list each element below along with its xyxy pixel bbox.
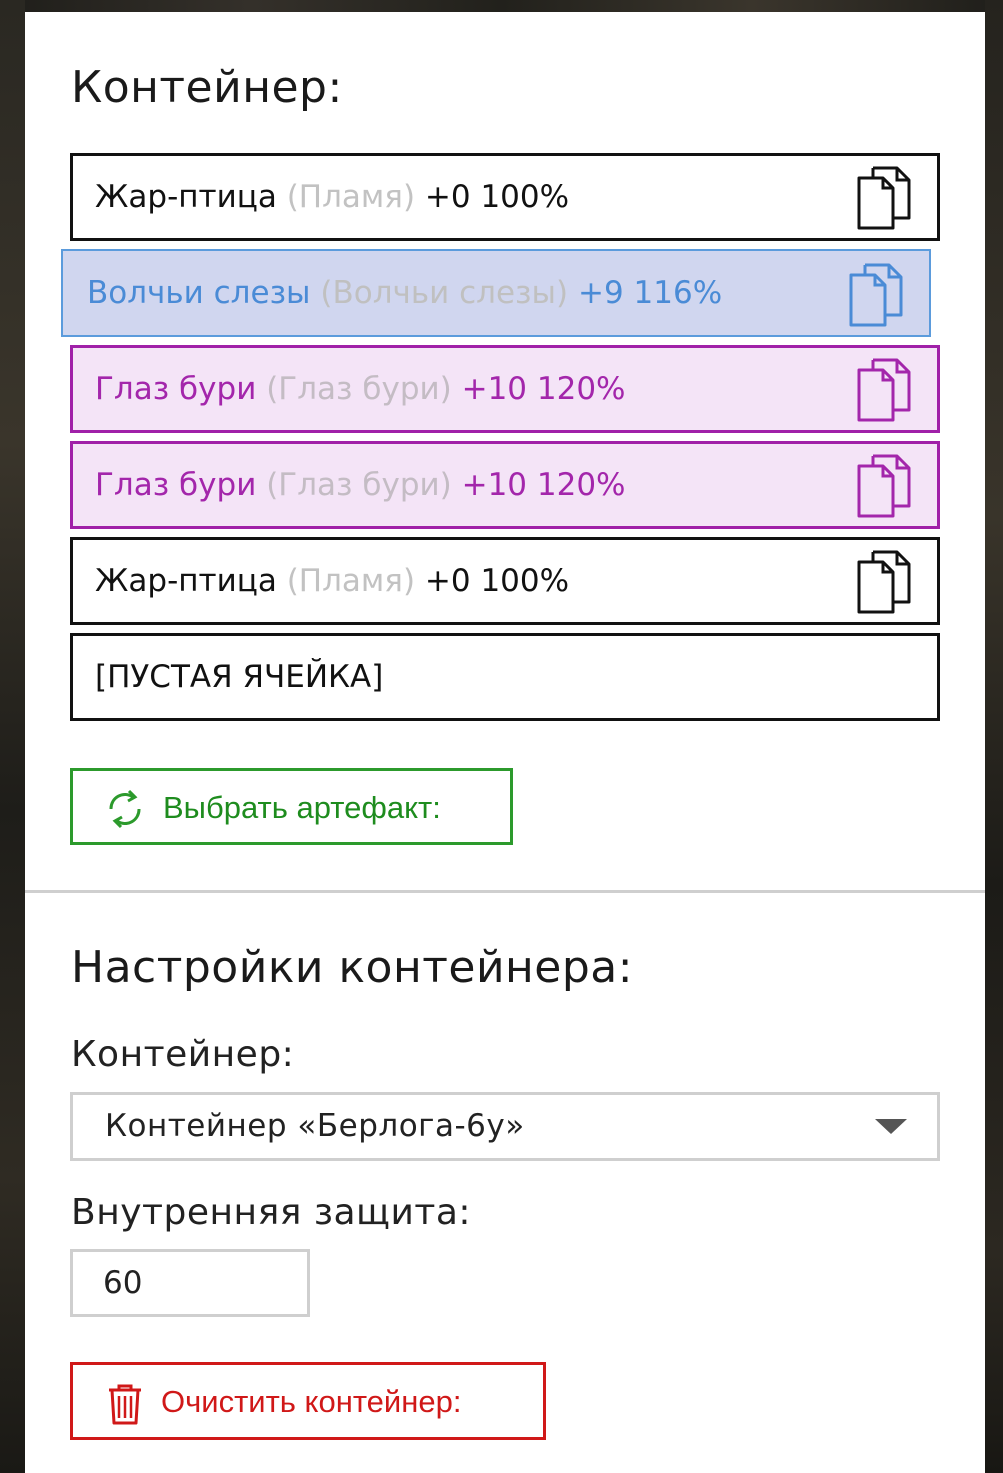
slot-name: Жар-птица xyxy=(95,179,277,215)
background-right xyxy=(985,0,1003,1473)
copy-icon[interactable] xyxy=(855,550,915,614)
copy-icon[interactable] xyxy=(847,263,907,327)
slot-stats: +10 120% xyxy=(461,371,626,407)
slot-3[interactable]: Глаз бури (Глаз бури) +10 120% xyxy=(70,345,940,433)
slot-4[interactable]: Глаз бури (Глаз бури) +10 120% xyxy=(70,441,940,529)
slot-name: Волчьи слезы xyxy=(87,275,311,311)
slot-subname: (Пламя) xyxy=(286,563,416,599)
background-left xyxy=(0,0,25,1473)
slot-subname: (Глаз бури) xyxy=(266,371,452,407)
chevron-down-icon xyxy=(875,1119,907,1134)
container-panel: Контейнер: Жар-птица (Пламя) +0 100% Вол… xyxy=(25,12,985,1473)
slot-name: Глаз бури xyxy=(95,371,257,407)
trash-icon xyxy=(109,1384,141,1425)
slot-6-empty[interactable]: [ПУСТАЯ ЯЧЕЙКА] xyxy=(70,633,940,721)
slot-stats: +9 116% xyxy=(577,275,723,311)
settings-title: Настройки контейнера: xyxy=(71,942,634,993)
slot-1[interactable]: Жар-птица (Пламя) +0 100% xyxy=(70,153,940,241)
slot-text: Жар-птица (Пламя) +0 100% xyxy=(95,156,569,238)
protection-label: Внутренняя защита: xyxy=(71,1192,472,1233)
slot-text: Глаз бури (Глаз бури) +10 120% xyxy=(95,348,626,430)
slot-5[interactable]: Жар-птица (Пламя) +0 100% xyxy=(70,537,940,625)
slot-subname: (Пламя) xyxy=(286,179,416,215)
clear-container-button[interactable]: Очистить контейнер: xyxy=(70,1362,546,1440)
slot-name: [ПУСТАЯ ЯЧЕЙКА] xyxy=(95,659,384,695)
container-select-value: Контейнер «Берлога-6у» xyxy=(105,1108,525,1144)
copy-icon[interactable] xyxy=(855,166,915,230)
select-artifact-button[interactable]: Выбрать артефакт: xyxy=(70,768,513,845)
slot-name: Жар-птица xyxy=(95,563,277,599)
copy-icon[interactable] xyxy=(855,454,915,518)
background-top xyxy=(0,0,1003,12)
slot-name: Глаз бури xyxy=(95,467,257,503)
slot-text: Волчьи слезы (Волчьи слезы) +9 116% xyxy=(87,251,722,335)
slot-stats: +0 100% xyxy=(424,179,570,215)
container-select[interactable]: Контейнер «Берлога-6у» xyxy=(70,1092,940,1161)
select-artifact-label: Выбрать артефакт: xyxy=(163,790,441,825)
clear-container-label: Очистить контейнер: xyxy=(161,1384,462,1419)
slot-2[interactable]: Волчьи слезы (Волчьи слезы) +9 116% xyxy=(61,249,931,337)
copy-icon[interactable] xyxy=(855,358,915,422)
slot-text: [ПУСТАЯ ЯЧЕЙКА] xyxy=(95,636,383,718)
refresh-icon xyxy=(109,789,141,829)
slot-stats: +10 120% xyxy=(461,467,626,503)
section-divider xyxy=(25,890,985,893)
slot-subname: (Глаз бури) xyxy=(266,467,452,503)
slot-text: Глаз бури (Глаз бури) +10 120% xyxy=(95,444,626,526)
slot-stats: +0 100% xyxy=(424,563,570,599)
protection-input[interactable] xyxy=(70,1249,310,1317)
slot-text: Жар-птица (Пламя) +0 100% xyxy=(95,540,569,622)
container-type-label: Контейнер: xyxy=(71,1034,295,1075)
slot-subname: (Волчьи слезы) xyxy=(320,275,569,311)
container-title: Контейнер: xyxy=(71,62,343,113)
